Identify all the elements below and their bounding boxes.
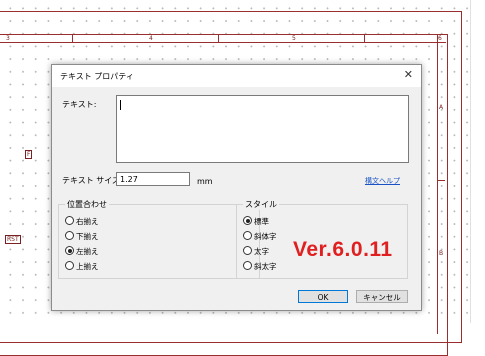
ruler-label: 6 <box>438 35 442 42</box>
ruler-tick <box>437 180 445 181</box>
style-italic-option[interactable]: 斜体字 <box>243 231 277 242</box>
radio-label: 斜太字 <box>254 262 277 271</box>
text-input[interactable] <box>116 95 409 163</box>
cancel-button[interactable]: キャンセル <box>356 290 408 303</box>
text-size-input[interactable]: 1.27 <box>116 172 190 186</box>
text-label: テキスト: <box>62 100 97 109</box>
radio-button[interactable] <box>243 261 252 270</box>
radio-label: 上揃え <box>76 262 99 271</box>
ruler-tick <box>218 34 219 42</box>
alignment-group: 位置合わせ 右揃え 下揃え 左揃え 上揃え <box>58 199 260 279</box>
close-icon[interactable]: ✕ <box>404 68 413 81</box>
net-label-f[interactable]: F <box>25 150 33 159</box>
ruler-tick <box>364 34 365 42</box>
text-size-unit: mm <box>197 177 213 186</box>
radio-button-selected[interactable] <box>65 246 74 255</box>
radio-label: 標準 <box>254 217 269 226</box>
radio-button[interactable] <box>243 246 252 255</box>
align-right-option[interactable]: 右揃え <box>65 216 99 227</box>
ok-button[interactable]: OK <box>298 290 348 303</box>
align-left-option[interactable]: 左揃え <box>65 246 99 257</box>
radio-button[interactable] <box>65 231 74 240</box>
text-properties-dialog: テキスト プロパティ ✕ テキスト: テキスト サイズ: 1.27 mm 構文ヘ… <box>51 64 422 311</box>
sheet-ruler-top <box>0 34 446 43</box>
version-overlay: Ver.6.0.11 <box>293 238 393 261</box>
align-bottom-option[interactable]: 下揃え <box>65 231 99 242</box>
style-bold-option[interactable]: 太字 <box>243 246 269 257</box>
ruler-label: A <box>439 104 444 111</box>
style-bold-italic-option[interactable]: 斜太字 <box>243 261 277 272</box>
text-size-label: テキスト サイズ: <box>62 176 123 185</box>
alignment-legend: 位置合わせ <box>65 199 109 210</box>
style-normal-option[interactable]: 標準 <box>243 216 269 227</box>
radio-label: 下揃え <box>76 232 99 241</box>
radio-label: 右揃え <box>76 217 99 226</box>
ruler-label: B <box>439 250 444 257</box>
net-label-rst[interactable]: RST <box>5 235 21 244</box>
text-caret <box>120 100 121 110</box>
radio-label: 太字 <box>254 247 269 256</box>
radio-button-selected[interactable] <box>243 216 252 225</box>
radio-label: 左揃え <box>76 247 99 256</box>
ruler-label: 4 <box>149 35 153 42</box>
style-legend: スタイル <box>243 199 279 210</box>
radio-button[interactable] <box>65 261 74 270</box>
dialog-title: テキスト プロパティ <box>60 72 134 81</box>
ruler-label: 5 <box>292 35 296 42</box>
window-edge <box>470 0 485 323</box>
syntax-help-link[interactable]: 構文ヘルプ <box>365 176 400 186</box>
radio-button[interactable] <box>65 216 74 225</box>
radio-label: 斜体字 <box>254 232 277 241</box>
ruler-tick <box>72 34 73 42</box>
ruler-label: 3 <box>6 35 10 42</box>
align-top-option[interactable]: 上揃え <box>65 261 99 272</box>
radio-button[interactable] <box>243 231 252 240</box>
dialog-titlebar[interactable]: テキスト プロパティ ✕ <box>52 65 421 87</box>
sheet-ruler-right <box>437 34 446 334</box>
